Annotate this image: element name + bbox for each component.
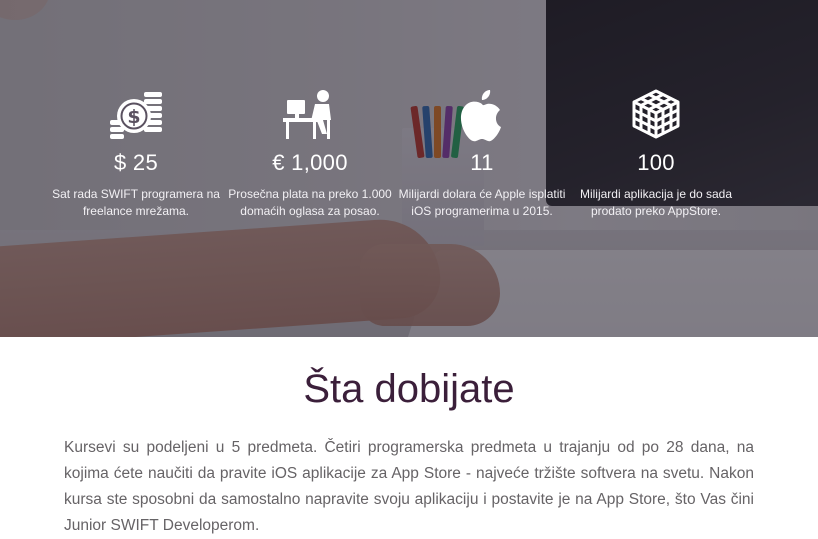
stat-value: $ 25 — [113, 150, 159, 175]
stat-description: Sat rada SWIFT programera na freelance m… — [52, 187, 220, 218]
apple-icon — [382, 88, 582, 144]
what-you-get-section: Šta dobijate Kursevi su podeljeni u 5 pr… — [0, 337, 818, 534]
stat-description: Milijardi aplikacija je do sada prodato … — [579, 187, 733, 218]
stat-average-salary: € 1,000 Prosečna plata na preko 1.000 do… — [210, 88, 410, 220]
stats-row: $ $ 25 Sat rada SWIFT programera na free… — [0, 0, 818, 337]
stat-appstore-apps: 100 Milijardi aplikacija je do sada prod… — [556, 88, 756, 220]
developer-desk-icon — [210, 88, 410, 144]
stat-value: 100 — [637, 150, 675, 175]
stat-description: Prosečna plata na preko 1.000 domaćih og… — [228, 187, 392, 218]
stat-freelance-rate: $ $ 25 Sat rada SWIFT programera na free… — [36, 88, 236, 220]
cube-grid-icon — [556, 88, 756, 144]
hero-banner: $ $ 25 Sat rada SWIFT programera na free… — [0, 0, 818, 337]
svg-text:$: $ — [127, 106, 140, 128]
stat-value: 11 — [470, 150, 494, 175]
section-title: Šta dobijate — [303, 367, 515, 411]
section-body: Kursevi su podeljeni u 5 predmeta. Četir… — [64, 439, 754, 534]
stat-apple-payout: 11 Milijardi dolara će Apple isplatiti i… — [382, 88, 582, 220]
stat-description: Milijardi dolara će Apple isplatiti iOS … — [398, 187, 566, 218]
stat-value: € 1,000 — [272, 150, 348, 175]
coins-dollar-icon: $ — [36, 88, 236, 144]
